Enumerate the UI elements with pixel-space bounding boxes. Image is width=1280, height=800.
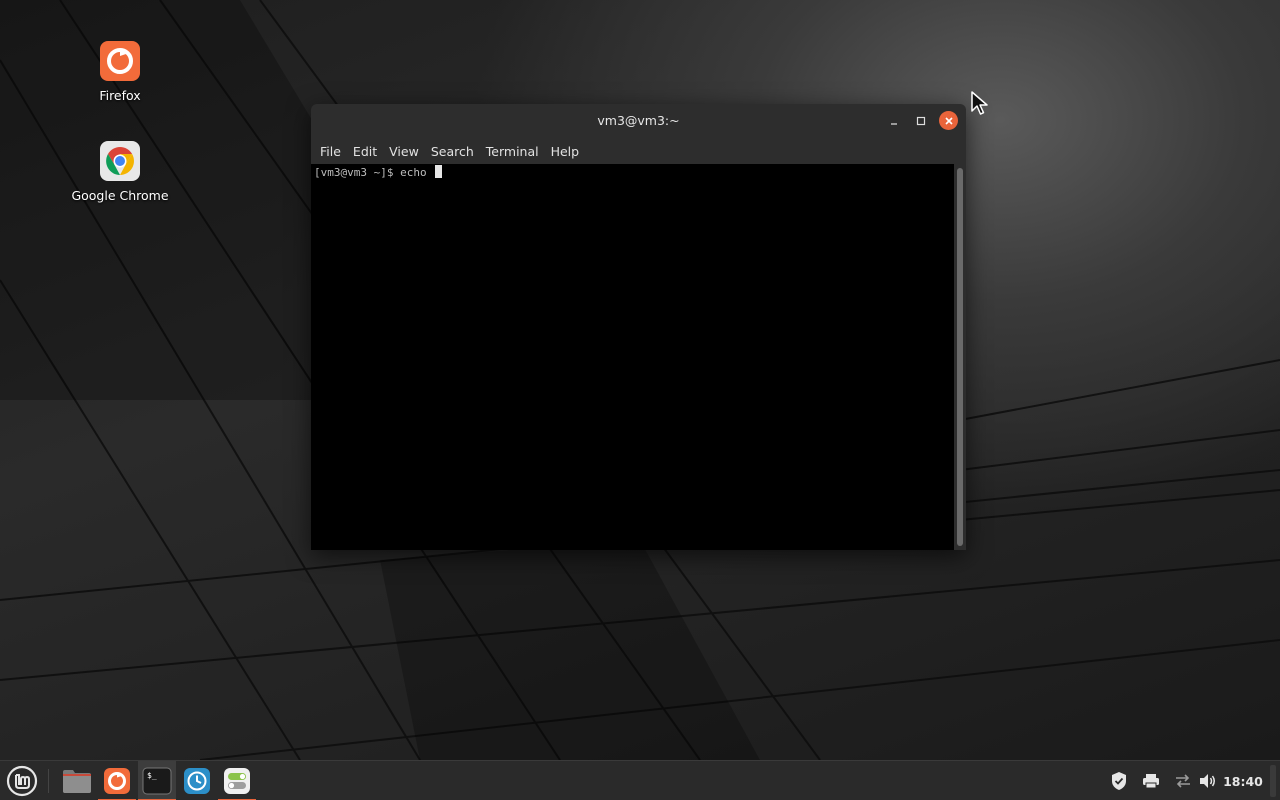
firefox-icon xyxy=(104,768,130,794)
chrome-icon xyxy=(99,140,141,182)
minimize-button[interactable] xyxy=(884,111,903,130)
menu-terminal[interactable]: Terminal xyxy=(481,142,544,161)
tray-volume[interactable] xyxy=(1196,761,1220,800)
taskbar-timeshift-button[interactable] xyxy=(178,761,216,800)
folder-icon xyxy=(63,770,91,793)
taskbar-terminal-button[interactable]: $_ xyxy=(138,761,176,800)
menu-edit[interactable]: Edit xyxy=(348,142,382,161)
menu-help[interactable]: Help xyxy=(546,142,585,161)
clock-icon xyxy=(184,768,210,794)
taskbar-separator xyxy=(48,769,49,793)
menu-search[interactable]: Search xyxy=(426,142,479,161)
show-desktop-button[interactable] xyxy=(1270,765,1276,797)
start-menu-button[interactable] xyxy=(0,761,44,800)
settings-toggle-icon xyxy=(224,768,250,794)
printer-icon xyxy=(1143,774,1159,789)
network-icon xyxy=(1176,774,1190,788)
terminal-output[interactable]: [vm3@vm3 ~]$ echo xyxy=(311,164,954,550)
terminal-menubar: File Edit View Search Terminal Help xyxy=(311,139,966,163)
prompt-text: [vm3@vm3 ~]$ echo xyxy=(314,166,434,179)
prompt-line: [vm3@vm3 ~]$ echo xyxy=(314,165,443,179)
close-button[interactable] xyxy=(939,111,958,130)
tray-clock[interactable]: 18:40 xyxy=(1222,761,1264,800)
tray-update-manager[interactable] xyxy=(1106,761,1132,800)
linux-mint-menu-icon xyxy=(6,765,38,797)
mouse-pointer-icon xyxy=(970,90,990,120)
desktop-icon-label: Google Chrome xyxy=(71,188,169,203)
desktop-icon-firefox[interactable]: Firefox xyxy=(65,40,175,103)
terminal-scrollbar[interactable] xyxy=(954,164,966,550)
volume-icon xyxy=(1200,774,1215,788)
minimize-icon xyxy=(890,122,897,125)
tray-printer[interactable] xyxy=(1138,761,1164,800)
tray-network[interactable] xyxy=(1170,761,1196,800)
terminal-window[interactable]: vm3@vm3:~ File Edit View Search Terminal… xyxy=(311,104,966,550)
desktop-icon-label: Firefox xyxy=(99,88,141,103)
taskbar-firefox-button[interactable] xyxy=(98,761,136,800)
svg-text:$_: $_ xyxy=(147,771,157,780)
close-icon xyxy=(944,116,953,125)
shield-icon xyxy=(1112,772,1126,790)
window-titlebar[interactable]: vm3@vm3:~ xyxy=(311,104,966,137)
taskbar-files-button[interactable] xyxy=(58,761,96,800)
taskbar: $_ 18:40 xyxy=(0,760,1280,800)
desktop-icon-google-chrome[interactable]: Google Chrome xyxy=(65,140,175,203)
text-cursor xyxy=(435,165,443,178)
menu-file[interactable]: File xyxy=(315,142,346,161)
maximize-button[interactable] xyxy=(911,111,930,130)
maximize-icon xyxy=(916,116,925,125)
taskbar-settings-button[interactable] xyxy=(218,761,256,800)
terminal-icon: $_ xyxy=(142,767,172,795)
window-title: vm3@vm3:~ xyxy=(597,113,680,128)
menu-view[interactable]: View xyxy=(384,142,424,161)
firefox-icon xyxy=(99,40,141,82)
scrollbar-thumb[interactable] xyxy=(957,168,963,546)
